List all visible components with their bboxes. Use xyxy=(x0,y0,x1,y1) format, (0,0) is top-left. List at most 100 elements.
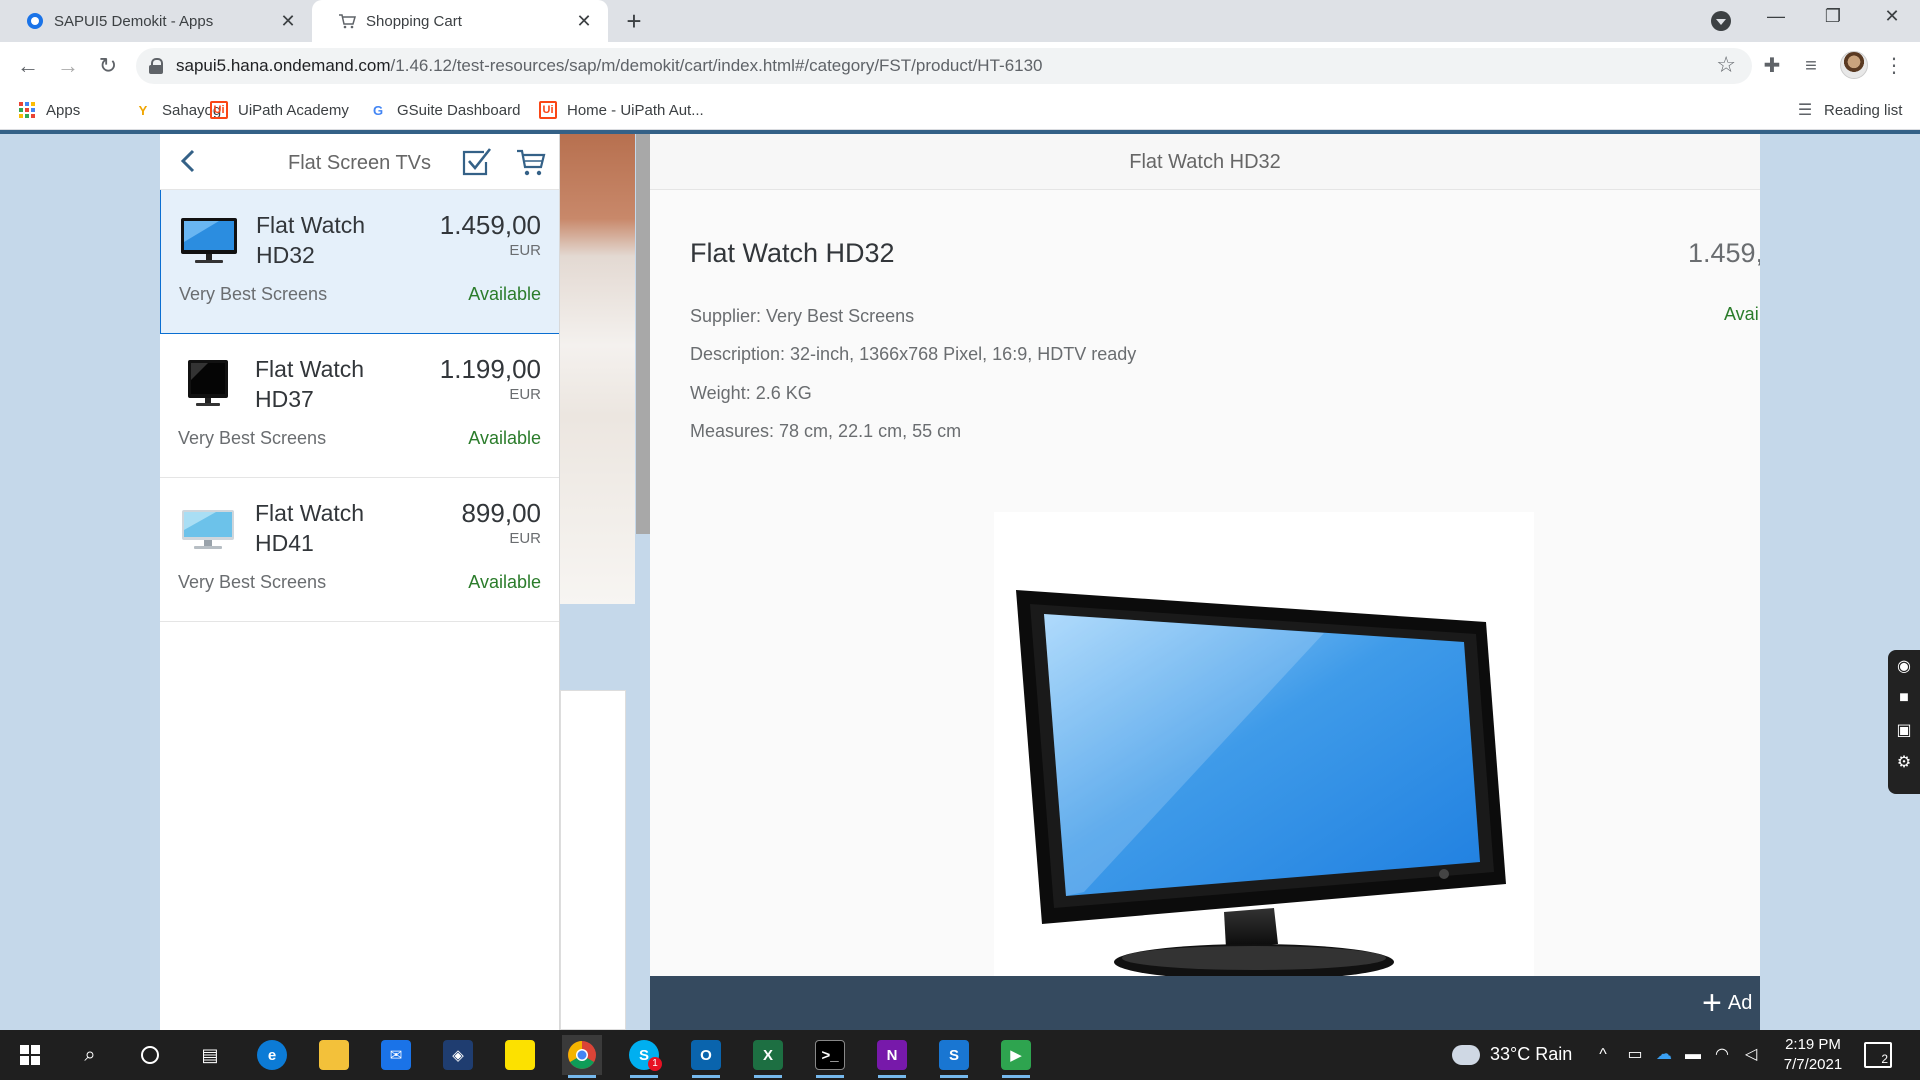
task-view-icon[interactable]: ▤ xyxy=(190,1035,230,1075)
product-list-item[interactable]: Flat Watch HD41 899,00 EUR Very Best Scr… xyxy=(160,478,559,622)
cart-favicon-icon xyxy=(338,12,356,30)
reading-list-label: Reading list xyxy=(1824,101,1903,119)
master-title: Flat Screen TVs xyxy=(288,152,432,174)
reload-icon[interactable]: ↻ xyxy=(94,52,122,80)
app-page: Flat Screen TVs Flat Watch HD32 1.459,00… xyxy=(0,130,1920,1030)
add-to-cart-button[interactable]: + Ad xyxy=(1702,984,1752,1022)
detail-header: Flat Watch HD32 xyxy=(650,134,1760,190)
uipath-icon: Ui xyxy=(539,101,557,119)
weather-widget[interactable]: 33°C Rain xyxy=(1452,1044,1572,1065)
bookmark-apps[interactable]: Apps xyxy=(18,100,80,120)
edge-icon[interactable]: e xyxy=(252,1035,292,1075)
scrollbar[interactable] xyxy=(636,134,650,534)
terminal-icon[interactable]: >_ xyxy=(810,1035,850,1078)
cortana-icon[interactable] xyxy=(130,1035,170,1075)
detail-footer: + Ad xyxy=(650,976,1760,1030)
background-panel xyxy=(560,690,626,1030)
product-list-item[interactable]: Flat Watch HD37 1.199,00 EUR Very Best S… xyxy=(160,334,559,478)
excel-icon[interactable]: X xyxy=(748,1035,788,1078)
settings-gear-icon[interactable]: ⚙ xyxy=(1888,746,1920,778)
browser-tab-strip: SAPUI5 Demokit - Apps ✕ Shopping Cart ✕ … xyxy=(0,0,1920,42)
product-measures: Measures: 78 cm, 22.1 cm, 55 cm xyxy=(690,421,962,441)
bookmark-uipath-academy[interactable]: Ui UiPath Academy xyxy=(210,100,349,120)
apps-grid-icon xyxy=(18,101,36,119)
product-supplier: Very Best Screens xyxy=(178,572,327,592)
tray-chevron-up-icon[interactable]: ^ xyxy=(1592,1044,1614,1066)
address-bar[interactable]: sapui5.hana.ondemand.com/1.46.12/test-re… xyxy=(136,48,1752,84)
product-name: Flat Watch HD32 xyxy=(256,212,366,268)
system-clock[interactable]: 2:19 PM 7/7/2021 xyxy=(1778,1035,1848,1075)
profile-avatar[interactable] xyxy=(1840,51,1868,79)
minimize-icon[interactable]: — xyxy=(1756,6,1796,36)
product-currency: EUR xyxy=(509,242,541,259)
sapui5-favicon-icon xyxy=(26,12,44,30)
close-tab-icon[interactable]: ✕ xyxy=(574,11,594,32)
windows-start-icon[interactable] xyxy=(10,1035,50,1075)
new-tab-button[interactable]: + xyxy=(620,8,648,36)
tab-title: Shopping Cart xyxy=(366,12,462,30)
clock-time: 2:19 PM xyxy=(1785,1036,1841,1053)
bookmark-sahayog[interactable]: Y Sahayog xyxy=(134,100,222,120)
bookmark-star-icon[interactable]: ☆ xyxy=(1716,52,1736,78)
bookmark-label: GSuite Dashboard xyxy=(397,101,521,119)
close-window-icon[interactable]: ✕ xyxy=(1872,6,1912,36)
bookmark-label: UiPath Academy xyxy=(238,101,349,119)
product-supplier: Very Best Screens xyxy=(179,284,328,304)
meet-now-icon[interactable]: ▭ xyxy=(1624,1044,1646,1066)
reading-list-icon: ☰ xyxy=(1797,102,1813,119)
search-icon[interactable]: ⌕ xyxy=(70,1035,110,1075)
product-price: 1.459,00 xyxy=(439,210,541,240)
skype-icon[interactable]: S 1 xyxy=(624,1035,664,1078)
lock-icon[interactable] xyxy=(148,58,164,74)
bookmark-gsuite-dashboard[interactable]: G GSuite Dashboard xyxy=(369,100,520,120)
url-text[interactable]: sapui5.hana.ondemand.com/1.46.12/test-re… xyxy=(176,56,1043,76)
camera-icon[interactable]: ◉ xyxy=(1888,650,1920,682)
checkbox-checked-icon xyxy=(462,148,492,176)
gallery-icon[interactable]: ▣ xyxy=(1888,714,1920,746)
forward-icon[interactable]: → xyxy=(54,52,82,80)
url-domain: sapui5.hana.ondemand.com xyxy=(176,56,391,75)
more-menu-icon[interactable]: ⋮ xyxy=(1880,52,1908,80)
extensions-puzzle-icon[interactable]: ✚ xyxy=(1758,52,1786,80)
media-queue-icon[interactable]: ≡ xyxy=(1797,52,1825,80)
tv-thumbnail-icon xyxy=(178,500,234,556)
bookmark-label: Apps xyxy=(46,101,81,119)
close-tab-icon[interactable]: ✕ xyxy=(278,11,298,32)
security-shield-icon[interactable]: ◈ xyxy=(438,1035,478,1075)
battery-icon[interactable]: ▬ xyxy=(1682,1044,1704,1066)
sahayog-icon: Y xyxy=(138,102,148,118)
volume-icon[interactable]: ◁ xyxy=(1740,1044,1762,1066)
file-explorer-icon[interactable] xyxy=(314,1035,354,1075)
onedrive-cloud-icon[interactable]: ☁ xyxy=(1653,1044,1675,1066)
tab-search-icon[interactable] xyxy=(1711,11,1731,31)
notification-center-icon[interactable]: 2 xyxy=(1864,1042,1892,1068)
product-name: Flat Watch HD37 xyxy=(255,356,365,412)
skype-badge: 1 xyxy=(648,1057,662,1071)
bookmark-uipath-home[interactable]: Ui Home - UiPath Aut... xyxy=(539,100,704,120)
chevron-left-icon xyxy=(180,149,195,173)
outlook-icon[interactable]: O xyxy=(686,1035,726,1078)
weather-text: 33°C Rain xyxy=(1490,1044,1573,1064)
back-icon[interactable]: ← xyxy=(14,52,42,80)
notification-count: 2 xyxy=(1881,1052,1888,1066)
chrome-icon[interactable] xyxy=(562,1035,602,1078)
detail-panel: Flat Watch HD32 Flat Watch HD32 1.459, A… xyxy=(650,134,1760,1030)
video-icon[interactable]: ■ xyxy=(1888,682,1920,714)
approve-button[interactable] xyxy=(460,146,492,178)
sticky-notes-icon[interactable] xyxy=(500,1035,540,1075)
onenote-icon[interactable]: N xyxy=(872,1035,912,1078)
back-button[interactable] xyxy=(174,146,204,176)
product-title: Flat Watch HD32 xyxy=(690,238,895,268)
product-status: Avai xyxy=(1724,304,1759,324)
wifi-icon[interactable]: ◠ xyxy=(1711,1044,1733,1066)
reading-list-button[interactable]: ☰ Reading list xyxy=(1796,100,1903,120)
product-list-item[interactable]: Flat Watch HD32 1.459,00 EUR Very Best S… xyxy=(160,190,559,334)
tab-sapui5-demokit[interactable]: SAPUI5 Demokit - Apps ✕ xyxy=(0,0,312,42)
uipath-studio-icon[interactable]: S xyxy=(934,1035,974,1078)
cart-button[interactable] xyxy=(515,146,547,178)
mail-icon[interactable]: ✉ xyxy=(376,1035,416,1075)
restore-icon[interactable]: ❐ xyxy=(1813,6,1853,36)
uipath-assistant-icon[interactable]: ▶ xyxy=(996,1035,1036,1078)
tab-shopping-cart[interactable]: Shopping Cart ✕ xyxy=(312,0,608,42)
add-icon: + xyxy=(1702,984,1722,1022)
